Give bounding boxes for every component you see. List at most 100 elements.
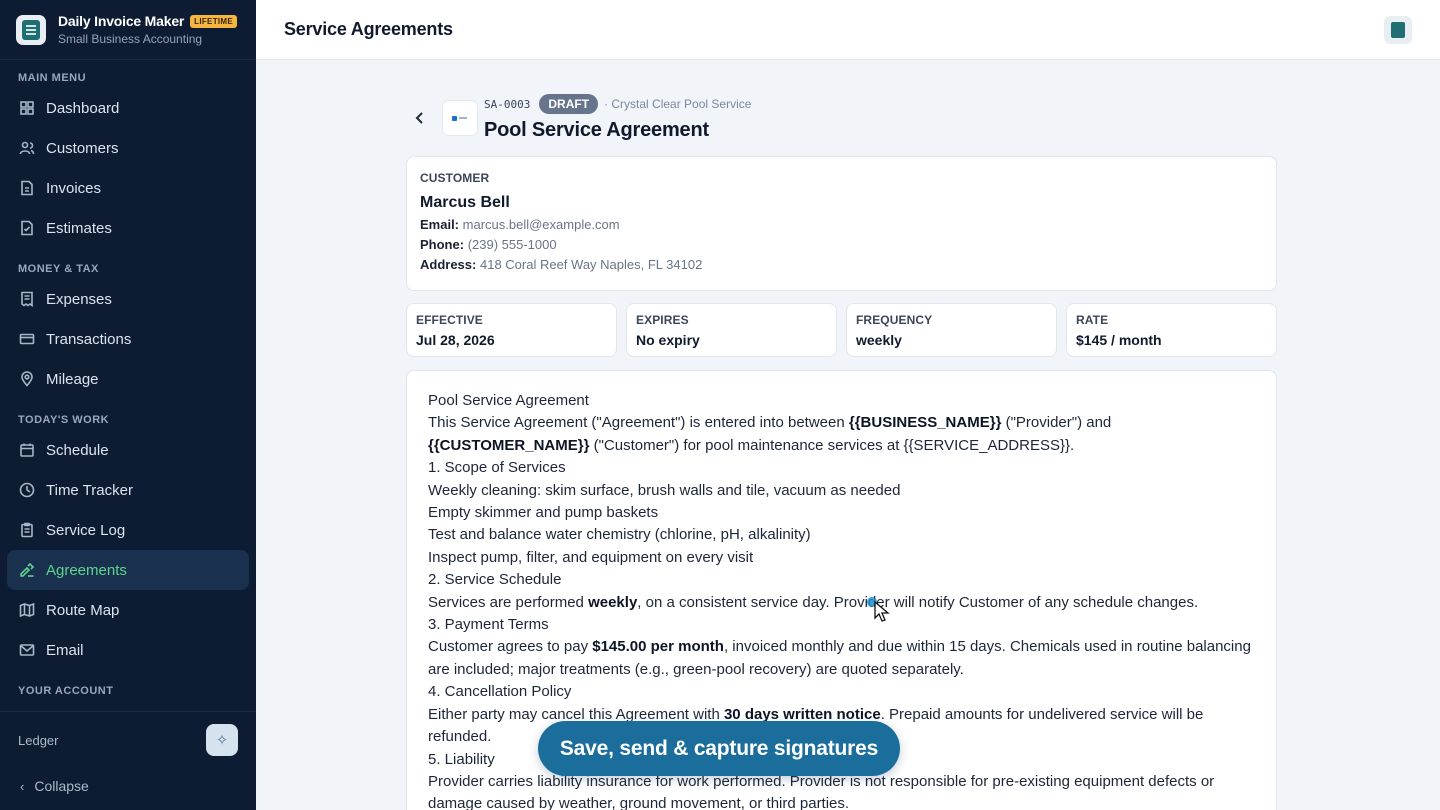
agreement-emphasis: {{CUSTOMER_NAME}} [428, 436, 590, 454]
clock-icon [18, 481, 36, 499]
top-header: Service Agreements [256, 0, 1440, 60]
sidebar-item-label: Dashboard [46, 99, 120, 117]
sidebar-item-schedule[interactable]: Schedule [7, 430, 249, 470]
agreement-paragraph: Services are performed weekly, on a cons… [428, 592, 1255, 614]
sidebar-item-customers[interactable]: Customers [7, 128, 249, 168]
agreement-emphasis: {{BUSINESS_NAME}} [848, 414, 1002, 432]
users-icon [18, 139, 36, 157]
customer-name: Marcus Bell [420, 194, 510, 211]
sidebar-item-mileage[interactable]: Mileage [7, 359, 249, 399]
sidebar: Daily Invoice Maker LIFETIME Small Busin… [0, 0, 256, 810]
term-label: RATE [1076, 313, 1109, 327]
sidebar-item-label: Route Map [46, 601, 120, 619]
term-label: EXPIRES [636, 313, 689, 327]
mail-icon [18, 641, 36, 659]
sidebar-item-agreements[interactable]: Agreements [7, 550, 249, 590]
customer-section-label: CUSTOMER [420, 171, 490, 185]
agreement-text: 1. Scope of Services [428, 459, 566, 477]
agreement-paragraph: Pool Service Agreement [428, 390, 1255, 412]
collapse-label: Collapse [34, 778, 89, 794]
term-card-frequency: FREQUENCY weekly [846, 303, 1057, 357]
term-value: Jul 28, 2026 [416, 332, 495, 348]
term-value: weekly [856, 332, 902, 348]
chevron-left-icon: ‹ [20, 778, 25, 794]
sidebar-item-label: Email [46, 641, 84, 659]
clipboard-icon [18, 521, 36, 539]
sidebar-item-label: Invoices [46, 179, 102, 197]
agreement-terms: EFFECTIVE Jul 28, 2026 EXPIRES No expiry FRE… [406, 303, 1277, 357]
mouse-cursor-icon [867, 597, 890, 622]
ledger-label: Ledger [18, 732, 59, 748]
collapse-button[interactable]: ‹ Collapse [0, 768, 256, 804]
sidebar-item-invoices[interactable]: Invoices [7, 168, 249, 208]
agreement-paragraph: Weekly cleaning: skim surface, brush wal… [428, 480, 1255, 502]
agreement-paragraph: Empty skimmer and pump baskets [428, 502, 1255, 524]
agreement-paragraph: Customer agrees to pay $145.00 per month… [428, 636, 1255, 681]
sidebar-item-email[interactable]: Email [7, 630, 249, 670]
sidebar-item-label: Customers [46, 139, 119, 157]
agreement-text: Test and balance water chemistry (chlori… [428, 526, 811, 544]
term-label: EFFECTIVE [416, 313, 483, 327]
agreement-text: ("Customer") for pool maintenance servic… [589, 436, 1075, 454]
map-pin-icon [18, 370, 36, 388]
customer-card: CUSTOMER Marcus Bell Email: marcus.bell@… [406, 156, 1277, 291]
app-subtitle: Small Business Accounting [58, 32, 203, 46]
nav-section-label: MONEY & TAX [18, 263, 99, 275]
agreement-text: Provider carries liability insurance for… [428, 772, 1215, 810]
term-card-rate: RATE $145 / month [1066, 303, 1277, 357]
agreement-text: Services are performed [428, 593, 589, 611]
plan-badge: LIFETIME [190, 14, 237, 28]
agreement-id: SA-0003 [484, 97, 531, 111]
sidebar-item-label: Service Log [46, 521, 126, 539]
agreement-text: Weekly cleaning: skim surface, brush wal… [428, 481, 901, 499]
agreement-emphasis: weekly [588, 593, 638, 611]
agreement-paragraph: This Service Agreement ("Agreement") is … [428, 412, 1255, 457]
signature-icon [18, 561, 36, 579]
nav-section-label: MAIN MENU [18, 72, 87, 84]
term-card-expires: EXPIRES No expiry [626, 303, 837, 357]
agreement-text: Empty skimmer and pump baskets [428, 504, 659, 522]
sidebar-item-label: Schedule [46, 441, 109, 459]
sidebar-nav: MAIN MENU Dashboard Customers Invoices Estim… [0, 60, 256, 701]
customer-phone: Phone: (239) 555-1000 [420, 237, 557, 252]
term-value: $145 / month [1076, 332, 1162, 348]
account-avatar[interactable] [1384, 15, 1412, 44]
agreement-paragraph: 2. Service Schedule [428, 569, 1255, 591]
agreement-paragraph: 3. Payment Terms [428, 614, 1255, 636]
term-card-effective: EFFECTIVE Jul 28, 2026 [406, 303, 617, 357]
sidebar-item-label: Agreements [46, 561, 127, 579]
status-badge: DRAFT [539, 94, 599, 114]
sidebar-item-route-map[interactable]: Route Map [7, 590, 249, 630]
nav-section-label: YOUR ACCOUNT [18, 685, 114, 697]
save-send-capture-signatures-button[interactable]: Save, send & capture signatures [538, 721, 900, 776]
agreement-emphasis: $145.00 per month [592, 638, 724, 656]
calendar-icon [18, 441, 36, 459]
customer-address: Address: 418 Coral Reef Way Naples, FL 3… [420, 257, 703, 272]
app-name: Daily Invoice Maker [58, 13, 185, 29]
agreement-text: 4. Cancellation Policy [428, 683, 572, 701]
map-icon [18, 601, 36, 619]
agreement-text: ("Provider") and [1001, 414, 1112, 432]
term-label: FREQUENCY [856, 313, 933, 327]
back-chevron-icon[interactable] [412, 110, 428, 126]
sidebar-item-label: Time Tracker [46, 481, 133, 499]
company-name: · Crystal Clear Pool Service [604, 97, 752, 111]
dashboard-icon [18, 99, 36, 117]
sparkle-icon[interactable]: ✧ [206, 724, 238, 756]
sidebar-item-time-tracker[interactable]: Time Tracker [7, 470, 249, 510]
sidebar-item-service-log[interactable]: Service Log [7, 510, 249, 550]
sidebar-item-transactions[interactable]: Transactions [7, 319, 249, 359]
sidebar-item-label: Expenses [46, 290, 112, 308]
document-header: SA-0003 DRAFT · Crystal Clear Pool Servi… [406, 60, 1277, 156]
term-value: No expiry [636, 332, 700, 348]
sidebar-item-expenses[interactable]: Expenses [7, 279, 249, 319]
sidebar-item-dashboard[interactable]: Dashboard [7, 88, 249, 128]
agreement-text: 5. Liability [428, 750, 495, 768]
agreement-text: , on a consistent service day. Provider … [637, 593, 1199, 611]
sidebar-item-estimates[interactable]: Estimates [7, 208, 249, 248]
app-logo-icon [16, 14, 46, 45]
sidebar-item-label: Estimates [46, 219, 112, 237]
brand[interactable]: Daily Invoice Maker LIFETIME Small Busin… [0, 0, 256, 60]
document-icon [18, 179, 36, 197]
agreement-paragraph: Inspect pump, filter, and equipment on e… [428, 547, 1255, 569]
